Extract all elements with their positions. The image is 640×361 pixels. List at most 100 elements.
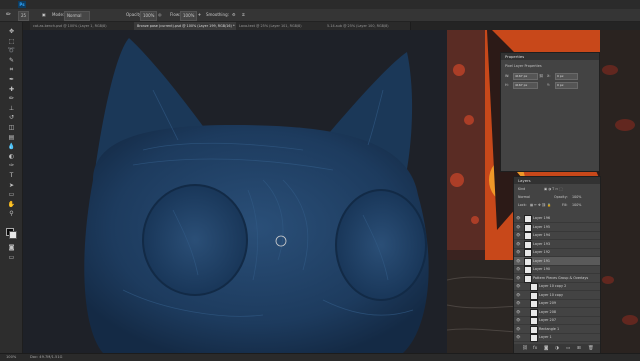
opacity-input[interactable]: 100% <box>140 11 158 21</box>
move-icon[interactable]: ✥ <box>7 28 16 35</box>
visibility-eye-icon[interactable]: 👁 <box>516 267 520 271</box>
layer-thumbnail <box>530 334 538 342</box>
smoothing-label: Smoothing: <box>206 12 229 17</box>
folder-icon[interactable]: ▭ <box>566 345 570 352</box>
gradient-icon[interactable]: ▤ <box>7 134 16 141</box>
fx-icon[interactable]: fx <box>533 345 537 352</box>
type-icon[interactable]: T <box>7 172 16 179</box>
layers-panel: Layers Kind ▣ ◑ T ▭ ⬚ Normal Opacity: 10… <box>513 176 601 354</box>
height-field[interactable]: 4167 px <box>513 82 538 89</box>
history-brush-icon[interactable]: ↺ <box>7 114 16 121</box>
visibility-eye-icon[interactable]: 👁 <box>516 327 520 331</box>
filter-kind-select[interactable]: Kind <box>518 186 525 192</box>
visibility-eye-icon[interactable]: 👁 <box>516 284 520 288</box>
eraser-icon[interactable]: ◫ <box>7 124 16 131</box>
menu-bar: Ps FileEditImageLayerTypeSelectFilter3DV… <box>0 0 640 17</box>
layer-name: Layer 10 copy <box>539 292 564 297</box>
layer-opacity-label: Opacity: <box>554 195 568 199</box>
layer-name: Layer 1 <box>539 335 552 339</box>
y-field[interactable]: 0 px <box>555 82 578 89</box>
flow-input[interactable]: 100% <box>180 11 198 21</box>
trash-icon[interactable]: 🗑 <box>588 345 594 352</box>
photoshop-logo: Ps <box>18 1 26 8</box>
visibility-eye-icon[interactable]: 👁 <box>516 301 520 305</box>
pen-icon[interactable]: ✑ <box>7 162 16 169</box>
tab-document-active[interactable]: Bronze pose (current).psd @ 100% (Layer … <box>134 22 239 30</box>
new-layer-icon[interactable]: ⊞ <box>577 345 581 352</box>
crop-icon[interactable]: ⌗ <box>7 66 16 73</box>
eyedropper-icon[interactable]: ✒ <box>7 76 16 83</box>
cat-head-illustration <box>84 38 429 353</box>
blur-icon[interactable]: 💧 <box>7 143 16 150</box>
tools-panel: ✥ ⬚ ➰ ✎ ⌗ ✒ ✚ ✏ ⊥ ↺ ◫ ▤ 💧 ◐ ✑ T ➤ ▭ ✋ ⚲ ◙ ▭ <box>0 22 23 353</box>
visibility-eye-icon[interactable]: 👁 <box>516 293 520 297</box>
right-dock <box>600 30 640 353</box>
visibility-eye-icon[interactable]: 👁 <box>516 276 520 280</box>
shape-icon[interactable]: ▭ <box>7 191 16 198</box>
width-label: W: <box>505 74 510 78</box>
symmetry-icon[interactable]: ⧖ <box>242 11 245 19</box>
adjustment-icon[interactable]: ◑ <box>555 345 559 352</box>
lock-icons[interactable]: ▦ ✏ ✥ ⛓ 🔒 <box>530 202 551 208</box>
quick-select-icon[interactable]: ✎ <box>7 57 16 64</box>
settings-gear-icon[interactable]: ⚙ <box>232 11 236 19</box>
stamp-icon[interactable]: ⊥ <box>7 105 16 112</box>
airbrush-icon[interactable]: ✈ <box>198 11 201 19</box>
path-select-icon[interactable]: ➤ <box>7 182 16 189</box>
brush-size-picker[interactable]: 25 <box>18 11 30 21</box>
mode-select[interactable]: Normal <box>64 11 90 21</box>
zoom-icon[interactable]: ⚲ <box>7 210 16 217</box>
mask-icon[interactable]: ◙ <box>544 345 548 352</box>
layer-opacity-input[interactable]: 100% <box>572 194 581 200</box>
properties-panel-title[interactable]: Properties <box>501 53 599 60</box>
document-tabs: cat-as-bench.psd @ 100% (Layer 1, RGB/8)… <box>22 22 640 30</box>
fill-input[interactable]: 100% <box>572 202 581 208</box>
background-color-swatch[interactable] <box>9 231 17 239</box>
link-icon[interactable]: ⛓ <box>522 345 528 352</box>
visibility-eye-icon[interactable]: 👁 <box>516 242 520 246</box>
visibility-eye-icon[interactable]: 👁 <box>516 233 520 237</box>
lasso-icon[interactable]: ➰ <box>7 47 16 54</box>
brush-panel-icon[interactable]: ▣ <box>42 11 46 19</box>
document-canvas[interactable] <box>23 30 447 353</box>
visibility-eye-icon[interactable]: 👁 <box>516 259 520 263</box>
properties-panel: Properties Pixel Layer Properties W: 416… <box>500 52 600 172</box>
brush-tool-icon[interactable]: ✏ <box>6 11 11 19</box>
blend-mode-select[interactable]: Normal <box>518 194 530 200</box>
quick-mask-icon[interactable]: ◙ <box>7 244 16 251</box>
brush-icon[interactable]: ✏ <box>7 95 16 102</box>
dodge-icon[interactable]: ◐ <box>7 153 16 160</box>
layer-name: Layer 196 <box>533 216 551 220</box>
filter-icons[interactable]: ▣ ◑ T ▭ ⬚ <box>544 186 562 192</box>
layers-panel-title[interactable]: Layers <box>514 177 600 184</box>
healing-icon[interactable]: ✚ <box>7 86 16 93</box>
visibility-eye-icon[interactable]: 👁 <box>516 318 520 322</box>
visibility-eye-icon[interactable]: 👁 <box>516 225 520 229</box>
layer-name: Rectangle 1 <box>539 326 560 331</box>
link-dimensions-icon[interactable]: ⛓ <box>539 73 543 79</box>
tab-document-1[interactable]: cat-as-bench.psd @ 100% (Layer 1, RGB/8) <box>30 22 137 30</box>
right-cheek <box>335 189 427 301</box>
x-label: X: <box>547 74 551 78</box>
layer-name: Layer 191 <box>533 258 551 263</box>
options-bar: ✏ 25 ▣ Mode: Normal Opacity: 100% ◎ Flow… <box>0 9 640 22</box>
layer-row[interactable]: 👁 Layer 1 <box>514 333 600 342</box>
screen-mode-icon[interactable]: ▭ <box>7 254 16 261</box>
visibility-eye-icon[interactable]: 👁 <box>516 250 520 254</box>
x-field[interactable]: 0 px <box>555 73 578 80</box>
layer-name: Layer 207 <box>539 318 557 322</box>
layer-name: Layer 192 <box>533 250 551 254</box>
hand-icon[interactable]: ✋ <box>7 201 16 208</box>
visibility-eye-icon[interactable]: 👁 <box>516 310 520 314</box>
visibility-eye-icon[interactable]: 👁 <box>516 335 520 339</box>
tab-document-4[interactable]: 5-14-sub @ 25% (Layer 100, RGB/8) <box>324 22 411 30</box>
width-field[interactable]: 4167 px <box>513 73 538 80</box>
layer-name: Layer 208 <box>539 309 557 314</box>
visibility-eye-icon[interactable]: 👁 <box>516 216 520 220</box>
pressure-opacity-icon[interactable]: ◎ <box>158 11 162 19</box>
layer-name: Layer 190 <box>533 267 551 271</box>
tab-document-3[interactable]: Lava-text @ 25% (Layer 101, RGB/8) <box>236 22 327 30</box>
marquee-icon[interactable]: ⬚ <box>7 38 16 45</box>
fill-label: Fill: <box>562 203 568 207</box>
properties-subtitle: Pixel Layer Properties <box>505 64 542 68</box>
